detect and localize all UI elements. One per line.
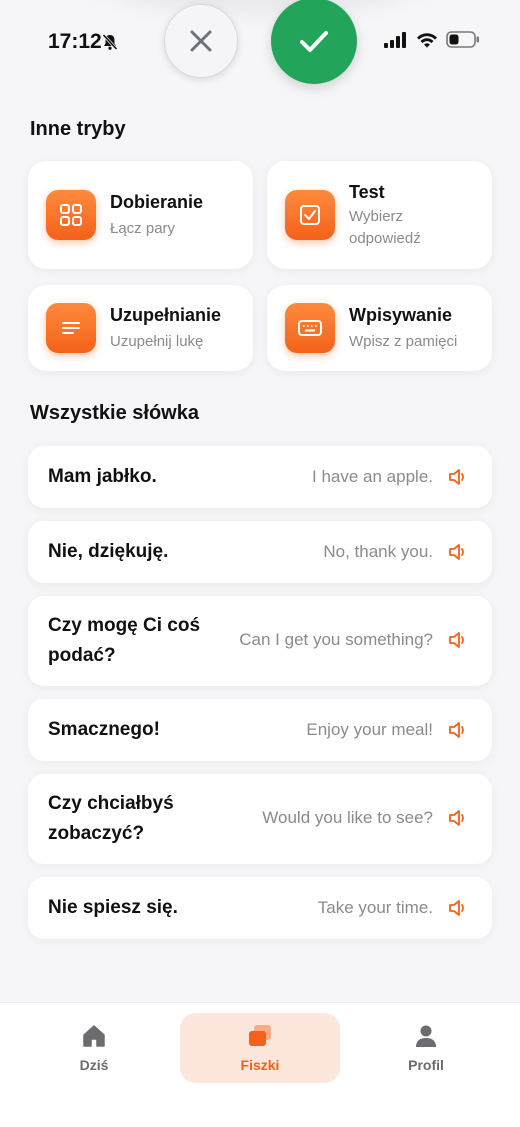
checkmark-icon [300, 31, 328, 52]
status-bar: 17:12 [0, 0, 520, 84]
close-icon [190, 30, 212, 52]
grid-icon [46, 190, 96, 240]
word-polish: Czy chciałbyś zobaczyć? [48, 793, 174, 844]
word-card[interactable]: Nie, dziękuję. No, thank you. [28, 521, 492, 583]
word-english: Take your time. [317, 898, 433, 917]
mode-title: Uzupełnianie [110, 305, 222, 325]
word-polish: Nie spiesz się. [48, 897, 178, 918]
wifi-icon [417, 32, 437, 48]
mode-title: Test [349, 182, 385, 202]
speaker-icon[interactable] [448, 898, 468, 918]
word-english: Can I get you something? [239, 630, 433, 649]
lines-icon [46, 303, 96, 353]
nav-label: Profil [408, 1057, 444, 1073]
word-english: No, thank you. [323, 542, 433, 561]
section-title-words: Wszystkie słówka [30, 402, 199, 424]
word-card[interactable]: Nie spiesz się. Take your time. [28, 877, 492, 939]
section-title-modes: Inne tryby [30, 118, 126, 140]
top-sheet-shadow [90, 0, 430, 12]
home-icon [83, 1025, 105, 1047]
bell-slash-icon [102, 33, 118, 51]
checkbox-icon [285, 190, 335, 240]
nav-label: Dziś [79, 1057, 109, 1073]
person-icon [416, 1025, 436, 1047]
nav-item-dzis[interactable]: Dziś [14, 1013, 174, 1083]
status-indicators [384, 31, 480, 48]
word-polish: Czy mogę Ci coś podać? [48, 615, 201, 666]
nav-item-profil[interactable]: Profil [346, 1013, 506, 1083]
word-english: Enjoy your meal! [306, 720, 433, 739]
mode-title: Wpisywanie [349, 305, 453, 325]
word-english: Would you like to see? [262, 808, 433, 827]
mode-title: Dobieranie [110, 192, 204, 212]
keyboard-icon [285, 303, 335, 353]
word-polish: Smacznego! [48, 719, 160, 740]
word-polish: Mam jabłko. [48, 466, 157, 487]
status-time: 17:12 [48, 30, 102, 53]
close-button[interactable] [164, 4, 238, 78]
flashcards-screen: 17:12 Inne tryby Dobieranie Łącz pary Te… [0, 0, 520, 1127]
bottom-nav: Dziś Fiszki Profil [0, 1002, 520, 1127]
mode-subtitle: Wybierz odpowiedź [349, 208, 421, 247]
word-card[interactable]: Czy chciałbyś zobaczyć? Would you like t… [28, 774, 492, 864]
mode-card-uzupelnianie[interactable]: Uzupełnianie Uzupełnij lukę [28, 285, 253, 371]
word-card[interactable]: Smacznego! Enjoy your meal! [28, 699, 492, 761]
mode-subtitle: Łącz pary [110, 220, 176, 237]
speaker-icon[interactable] [448, 630, 468, 650]
battery-icon [446, 31, 479, 48]
mode-subtitle: Uzupełnij lukę [110, 333, 204, 350]
cellular-signal-icon [384, 31, 406, 48]
mode-card-wpisywanie[interactable]: Wpisywanie Wpisz z pamięci [267, 285, 492, 371]
speaker-icon[interactable] [448, 720, 468, 740]
mode-subtitle: Wpisz z pamięci [349, 333, 458, 350]
word-card[interactable]: Mam jabłko. I have an apple. [28, 446, 492, 508]
speaker-icon[interactable] [448, 467, 468, 487]
cards-icon [249, 1025, 271, 1046]
nav-label: Fiszki [240, 1057, 280, 1073]
mode-card-dobieranie[interactable]: Dobieranie Łącz pary [28, 161, 253, 269]
nav-item-fiszki[interactable]: Fiszki [180, 1013, 340, 1083]
mode-card-test[interactable]: Test Wybierz odpowiedź [267, 161, 492, 269]
word-polish: Nie, dziękuję. [48, 541, 169, 562]
speaker-icon[interactable] [448, 542, 468, 562]
speaker-icon[interactable] [448, 808, 468, 828]
word-english: I have an apple. [312, 467, 433, 486]
confirm-button[interactable] [271, 0, 357, 84]
word-card[interactable]: Czy mogę Ci coś podać? Can I get you som… [28, 596, 492, 686]
